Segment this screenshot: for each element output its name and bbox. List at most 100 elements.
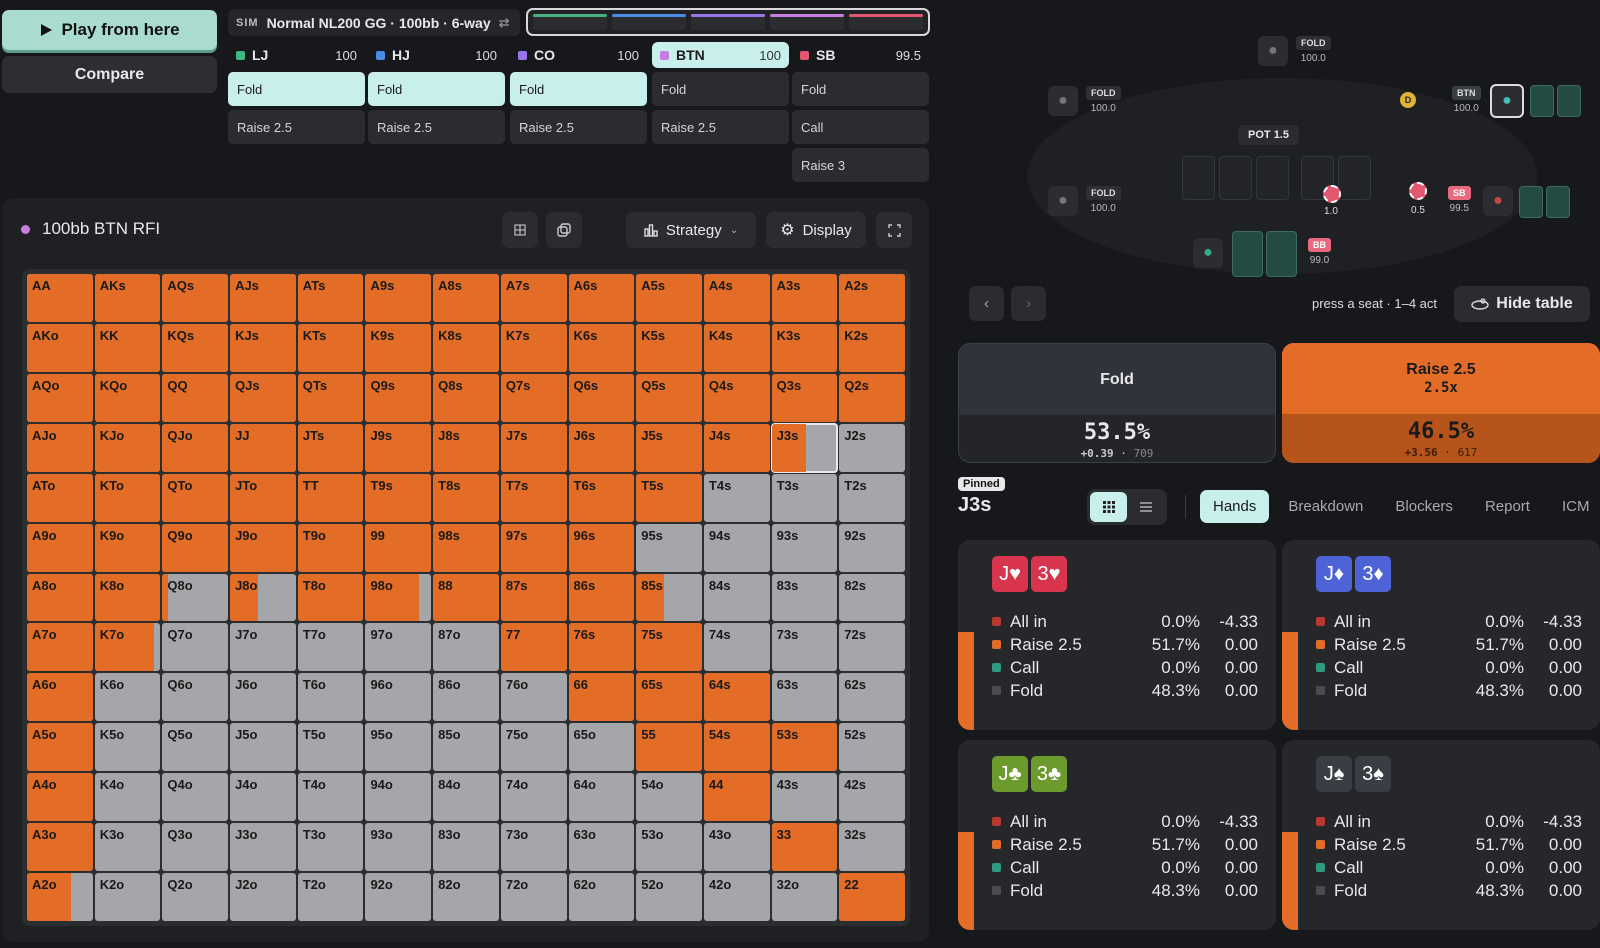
seat-fold-left[interactable]: FOLD 100.0: [1086, 86, 1121, 114]
hand-cell[interactable]: QTo: [162, 473, 229, 522]
hand-cell[interactable]: J8o: [230, 573, 296, 622]
hand-cell[interactable]: 96s: [568, 523, 635, 572]
hand-cell[interactable]: 83o: [433, 823, 499, 872]
hand-cell[interactable]: QJo: [162, 423, 229, 472]
hand-cell[interactable]: AJs: [230, 274, 296, 322]
hand-cell[interactable]: J7o: [230, 623, 296, 672]
hand-cell[interactable]: 42s: [839, 773, 905, 822]
hand-cell[interactable]: T8s: [433, 473, 499, 522]
hand-cell[interactable]: A3o: [27, 823, 93, 872]
hand-cell[interactable]: 98s: [433, 523, 499, 572]
action-button[interactable]: Fold: [368, 72, 505, 106]
hand-cell[interactable]: A7o: [27, 623, 93, 672]
hand-cell[interactable]: A8s: [433, 274, 499, 322]
hand-cell[interactable]: 54o: [636, 773, 702, 822]
hand-cell[interactable]: AQo: [27, 373, 93, 422]
hand-cell[interactable]: 95s: [636, 523, 702, 572]
seat-bb[interactable]: BB 99.0: [1308, 238, 1331, 266]
seat-header[interactable]: LJ 100: [228, 42, 365, 68]
hand-cell[interactable]: K6s: [568, 323, 635, 372]
hand-cell[interactable]: 65s: [636, 673, 702, 722]
hand-cell[interactable]: 72s: [839, 623, 905, 672]
hand-cell[interactable]: KTs: [297, 323, 364, 372]
hand-cell[interactable]: JTs: [297, 423, 364, 472]
hand-cell[interactable]: J7s: [500, 423, 567, 472]
track-segment[interactable]: [849, 14, 923, 30]
strategy-dropdown[interactable]: Strategy ⌄: [626, 212, 756, 248]
hand-cell[interactable]: J2o: [230, 873, 296, 921]
compare-button[interactable]: Compare: [2, 56, 217, 93]
hand-cell[interactable]: 66: [568, 673, 635, 722]
hand-cell[interactable]: ATs: [297, 274, 364, 322]
hand-cell[interactable]: J3s: [770, 422, 839, 473]
hand-cell[interactable]: 32o: [771, 873, 838, 921]
hand-cell[interactable]: QJs: [230, 373, 296, 422]
player-avatar[interactable]: ●: [1483, 186, 1513, 216]
hand-cell[interactable]: 99: [365, 523, 432, 572]
hand-cell[interactable]: A2s: [839, 274, 905, 322]
action-track[interactable]: [526, 8, 930, 36]
hand-cell[interactable]: A9s: [365, 274, 432, 322]
hand-cell[interactable]: K7s: [500, 323, 567, 372]
hand-cell[interactable]: Q8o: [162, 573, 229, 622]
hand-cell[interactable]: T9o: [297, 523, 364, 572]
hand-cell[interactable]: 76s: [568, 623, 635, 672]
hand-cell[interactable]: 73s: [771, 623, 838, 672]
hand-cell[interactable]: K3o: [94, 823, 161, 872]
hand-cell[interactable]: J2s: [839, 423, 905, 472]
hand-cell[interactable]: 52s: [839, 723, 905, 772]
tab-breakdown[interactable]: Breakdown: [1275, 490, 1376, 523]
hide-table-button[interactable]: Hide table: [1454, 286, 1590, 322]
hand-cell[interactable]: Q9o: [162, 523, 229, 572]
hand-cell[interactable]: KJs: [230, 323, 296, 372]
prev-button[interactable]: ‹: [969, 286, 1004, 321]
hand-cell[interactable]: Q9s: [365, 373, 432, 422]
hand-cell[interactable]: TT: [297, 473, 364, 522]
hand-cell[interactable]: K4s: [703, 323, 770, 372]
player-avatar[interactable]: ●: [1048, 186, 1078, 216]
hand-cell[interactable]: Q7o: [162, 623, 229, 672]
option-raise[interactable]: Raise 2.5 2.5x 46.5% +3.56 · 617: [1282, 343, 1600, 463]
copy-button[interactable]: [546, 212, 582, 248]
display-button[interactable]: ⚙ Display: [766, 212, 866, 248]
hand-cell[interactable]: 65o: [568, 723, 635, 772]
hand-cell[interactable]: 62o: [568, 873, 635, 921]
hand-cell[interactable]: T2o: [297, 873, 364, 921]
hand-cell[interactable]: A9o: [27, 523, 93, 572]
hand-cell[interactable]: 63s: [771, 673, 838, 722]
hand-cell[interactable]: 82o: [433, 873, 499, 921]
hand-cell[interactable]: KTo: [94, 473, 161, 522]
hand-cell[interactable]: T5s: [636, 473, 702, 522]
hand-cell[interactable]: T7o: [297, 623, 364, 672]
hand-cell[interactable]: K4o: [94, 773, 161, 822]
hand-cell[interactable]: 22: [839, 873, 905, 921]
hand-cell[interactable]: T5o: [297, 723, 364, 772]
hand-cell[interactable]: 94o: [365, 773, 432, 822]
hand-cell[interactable]: K9s: [365, 323, 432, 372]
hand-cell[interactable]: K8s: [433, 323, 499, 372]
seat-sb[interactable]: SB 99.5: [1448, 186, 1471, 214]
tab-icm[interactable]: ICM: [1549, 490, 1600, 523]
hand-cell[interactable]: 63o: [568, 823, 635, 872]
hand-cell[interactable]: Q6o: [162, 673, 229, 722]
hand-cell[interactable]: 74s: [703, 623, 770, 672]
hand-cell[interactable]: A7s: [500, 274, 567, 322]
hand-cell[interactable]: K2o: [94, 873, 161, 921]
option-fold[interactable]: Fold 53.5% +0.39 · 709: [958, 343, 1276, 463]
tab-blockers[interactable]: Blockers: [1382, 490, 1466, 523]
hand-cell[interactable]: J4o: [230, 773, 296, 822]
hand-cell[interactable]: 77: [500, 623, 567, 672]
list-view-toggle[interactable]: [1127, 492, 1164, 522]
hand-cell[interactable]: AA: [27, 274, 93, 322]
hand-cell[interactable]: QQ: [162, 373, 229, 422]
hand-cell[interactable]: A8o: [27, 573, 93, 622]
hand-cell[interactable]: Q8s: [433, 373, 499, 422]
combo-card[interactable]: J♠ 3♠ All in 0.0% -4.33 Raise 2.5 51.7% 0.00 Cal…: [1282, 740, 1600, 930]
grid-view-toggle[interactable]: [1090, 492, 1127, 522]
hand-cell[interactable]: 94s: [703, 523, 770, 572]
track-segment[interactable]: [770, 14, 844, 30]
hand-cell[interactable]: 43s: [771, 773, 838, 822]
combo-card[interactable]: J♣ 3♣ All in 0.0% -4.33 Raise 2.5 51.7% 0.00 Cal…: [958, 740, 1276, 930]
hand-cell[interactable]: 85o: [433, 723, 499, 772]
action-button[interactable]: Raise 2.5: [652, 110, 789, 144]
